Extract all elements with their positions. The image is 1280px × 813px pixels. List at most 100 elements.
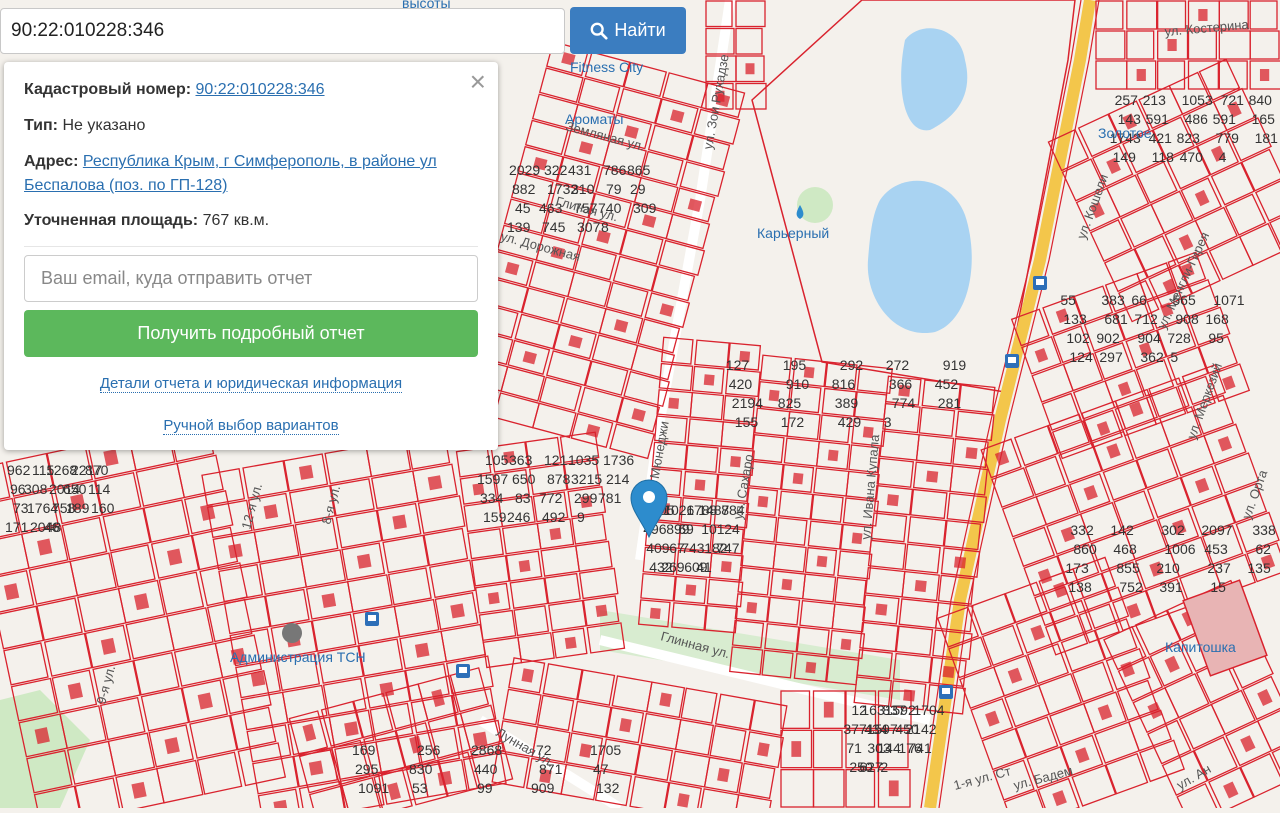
plot-number-label: 830 xyxy=(409,761,433,777)
plot-number-label: 409 xyxy=(646,540,670,556)
plot-number-label: 181 xyxy=(1255,130,1279,146)
plot-number-label: 908 xyxy=(1175,311,1199,327)
plot-number-label: 71 xyxy=(846,740,862,756)
plot-number-label: 440 xyxy=(474,761,498,777)
place-label: Карьерный xyxy=(757,225,829,241)
plot-number-label: 256 xyxy=(417,742,441,758)
plot-number-label: 302 xyxy=(1161,522,1185,538)
search-button[interactable]: Найти xyxy=(570,7,686,54)
plot-number-label: 781 xyxy=(598,490,622,506)
plot-number-label: 860 xyxy=(1073,541,1097,557)
plot-number-label: 160 xyxy=(91,500,115,516)
plot-number-label: 132 xyxy=(596,780,620,796)
plot-number-label: 650 xyxy=(63,481,87,497)
plot-number-label: 429 xyxy=(838,414,862,430)
email-field[interactable] xyxy=(24,255,478,302)
plot-number-label: 591 xyxy=(1213,111,1237,127)
plot-number-label: 421 xyxy=(1149,130,1173,146)
bus-stop-icon-glyph xyxy=(368,615,376,621)
plot-number-label: 786 xyxy=(603,162,627,178)
bus-stop-icon-glyph xyxy=(1008,357,1016,363)
building xyxy=(757,742,770,757)
address-label: Адрес: xyxy=(24,153,79,170)
building xyxy=(668,397,680,409)
plot-number-label: 366 xyxy=(889,376,913,392)
type-row: Тип: Не указано xyxy=(24,114,474,138)
building xyxy=(1198,9,1208,21)
building xyxy=(518,559,531,573)
address-link[interactable]: Республика Крым, г Симферополь, в районе… xyxy=(24,153,437,194)
plot-number-label: 904 xyxy=(1137,330,1161,346)
plot-number-label: 468 xyxy=(1113,541,1137,557)
parcel-info-popup: × Кадастровый номер: 90:22:010228:346 Ти… xyxy=(4,62,498,450)
building xyxy=(757,495,769,508)
bus-stop-icon-glyph xyxy=(459,667,467,673)
building xyxy=(619,717,632,733)
plot-number-label: 721 xyxy=(1221,92,1245,108)
plot-number-label: 741 xyxy=(908,740,932,756)
bus-stop-icon xyxy=(365,612,379,626)
plot-number-label: 15 xyxy=(1210,579,1226,595)
plot-number-label: 774 xyxy=(892,395,916,411)
plot-number-label: 391 xyxy=(1159,579,1183,595)
report-details-link[interactable]: Детали отчета и юридическая информация xyxy=(99,375,403,393)
plot-number-label: 1006 xyxy=(1164,541,1195,557)
plot-number-label: 189 xyxy=(66,500,90,516)
building xyxy=(781,578,793,591)
plot-number-label: 142 xyxy=(1110,522,1134,538)
plot-number-label: 728 xyxy=(1167,330,1191,346)
type-value: Не указано xyxy=(62,117,146,134)
plot-number-label: 492 xyxy=(542,509,566,525)
area-value: 767 кв.м. xyxy=(202,212,270,229)
manual-link-wrap: Ручной выбор вариантов xyxy=(4,417,498,435)
plot-number-label: 168 xyxy=(1205,311,1229,327)
plot-number-label: 66 xyxy=(1131,292,1147,308)
search-input[interactable] xyxy=(0,8,565,54)
building xyxy=(791,741,802,757)
place-label: Администрация ТСН xyxy=(230,649,366,665)
plot-number-label: 743 xyxy=(681,540,705,556)
plot-number-label: 2097 xyxy=(1201,522,1232,538)
plot-number-label: 171 xyxy=(5,519,29,535)
cadastral-number-label: Кадастровый номер: xyxy=(24,81,192,98)
cadastral-number-link[interactable]: 90:22:010228:346 xyxy=(196,81,325,98)
plot-number-label: 840 xyxy=(1249,92,1273,108)
plot-number-label: 363 xyxy=(509,452,533,468)
building xyxy=(549,527,562,541)
building xyxy=(717,767,730,783)
plot-number-label: 1035 xyxy=(568,452,599,468)
plot-number-label: 486 xyxy=(1185,111,1209,127)
plot-number-label: 420 xyxy=(729,376,753,392)
plot-number-label: 99 xyxy=(477,780,493,796)
plot-number-label: 307 xyxy=(577,219,601,235)
plot-number-label: 752 xyxy=(1119,579,1143,595)
building xyxy=(694,479,706,491)
plot-number-label: 865 xyxy=(627,162,651,178)
plot-number-label: 2 xyxy=(880,759,888,775)
plot-number-label: 745 xyxy=(542,219,566,235)
manual-selection-link[interactable]: Ручной выбор вариантов xyxy=(163,417,339,435)
plot-number-label: 41 xyxy=(696,559,712,575)
plot-number-label: 383 xyxy=(1101,292,1125,308)
plot-number-label: 257 xyxy=(1115,92,1139,108)
plot-number-label: 962 xyxy=(7,462,31,478)
plot-number-label: 45 xyxy=(515,200,531,216)
building xyxy=(450,603,465,619)
area-label: Уточненная площадь: xyxy=(24,212,199,229)
get-report-button[interactable]: Получить подробный отчет xyxy=(24,310,478,357)
area-row: Уточненная площадь: 767 кв.м. xyxy=(24,209,474,233)
address-row: Адрес: Республика Крым, г Симферополь, в… xyxy=(24,150,474,198)
plot-number-label: 292 xyxy=(840,357,864,373)
plot-number-label: 124 xyxy=(1069,349,1093,365)
plot-number-label: 295 xyxy=(355,761,379,777)
plot-number-label: 9 xyxy=(577,509,585,525)
plot-number-label: 362 xyxy=(1140,349,1164,365)
plot-number-label: 29 xyxy=(630,181,646,197)
plot-number-label: 246 xyxy=(507,509,531,525)
bus-stop-icon xyxy=(456,664,470,678)
plot-number-label: 309 xyxy=(633,200,657,216)
building xyxy=(564,636,577,650)
building xyxy=(298,464,314,480)
plot-number-label: 173 xyxy=(1065,560,1089,576)
building xyxy=(595,604,608,617)
